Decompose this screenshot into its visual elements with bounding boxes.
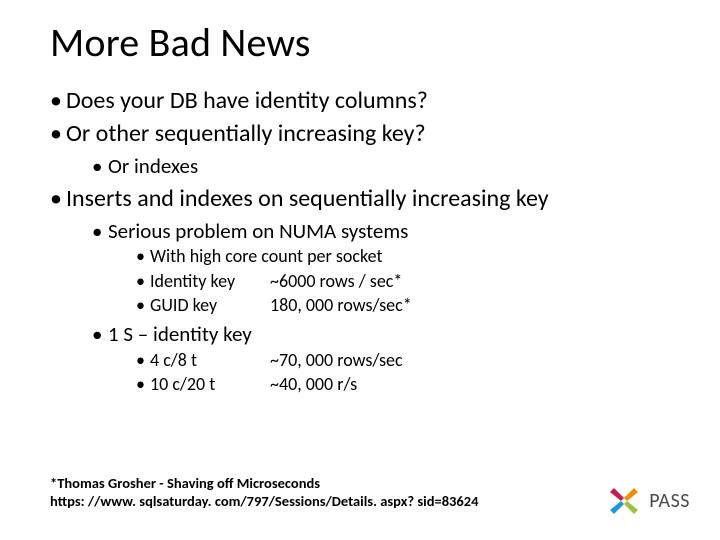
bullet-text: Serious problem on NUMA systems bbox=[108, 218, 408, 244]
bullet-text: Inserts and indexes on sequentially incr… bbox=[66, 184, 549, 213]
kv-key: Identity key bbox=[150, 270, 270, 293]
pass-logo: PASS bbox=[607, 484, 690, 518]
bullet-text: Or other sequentially increasing key? bbox=[66, 119, 426, 148]
bullet-sub-sub-item: 4 c/8 t ~70, 000 rows/sec bbox=[136, 349, 670, 372]
slide-title: More Bad News bbox=[50, 18, 670, 67]
bullet-sub-item: Serious problem on NUMA systems With hig… bbox=[92, 218, 670, 317]
kv-val: ~6000 rows / sec* bbox=[270, 270, 670, 293]
kv-val: ~40, 000 r/s bbox=[270, 373, 670, 396]
bullet-item: Inserts and indexes on sequentially incr… bbox=[50, 183, 670, 397]
logo-text: PASS bbox=[649, 489, 690, 513]
bullet-item: Does your DB have identity columns? bbox=[50, 85, 670, 116]
pass-mark-icon bbox=[607, 484, 641, 518]
bullet-sub-sub-item: Identity key ~6000 rows / sec* bbox=[136, 270, 670, 293]
bullet-list: Does your DB have identity columns? Or o… bbox=[50, 85, 670, 396]
bullet-sub-item: 1 S – identity key 4 c/8 t ~70, 000 rows… bbox=[92, 321, 670, 396]
kv-val: 180, 000 rows/sec* bbox=[270, 294, 670, 317]
kv-key: GUID key bbox=[150, 294, 270, 317]
kv-key: 10 c/20 t bbox=[150, 373, 270, 396]
footnote-line: https: //www. sqlsaturday. com/797/Sessi… bbox=[50, 492, 478, 510]
footnote: *Thomas Grosher - Shaving off Microsecon… bbox=[50, 474, 478, 510]
kv-key: 4 c/8 t bbox=[150, 349, 270, 372]
kv-val: ~70, 000 rows/sec bbox=[270, 349, 670, 372]
bullet-sub-sub-item: With high core count per socket bbox=[136, 245, 670, 268]
bullet-text: 1 S – identity key bbox=[108, 321, 252, 347]
footnote-line: *Thomas Grosher - Shaving off Microsecon… bbox=[50, 474, 478, 492]
bullet-sub-sub-item: GUID key 180, 000 rows/sec* bbox=[136, 294, 670, 317]
bullet-sub-sub-item: 10 c/20 t ~40, 000 r/s bbox=[136, 373, 670, 396]
slide-body: More Bad News Does your DB have identity… bbox=[0, 0, 720, 396]
bullet-sub-item: Or indexes bbox=[92, 153, 670, 180]
bullet-item: Or other sequentially increasing key? Or… bbox=[50, 118, 670, 180]
